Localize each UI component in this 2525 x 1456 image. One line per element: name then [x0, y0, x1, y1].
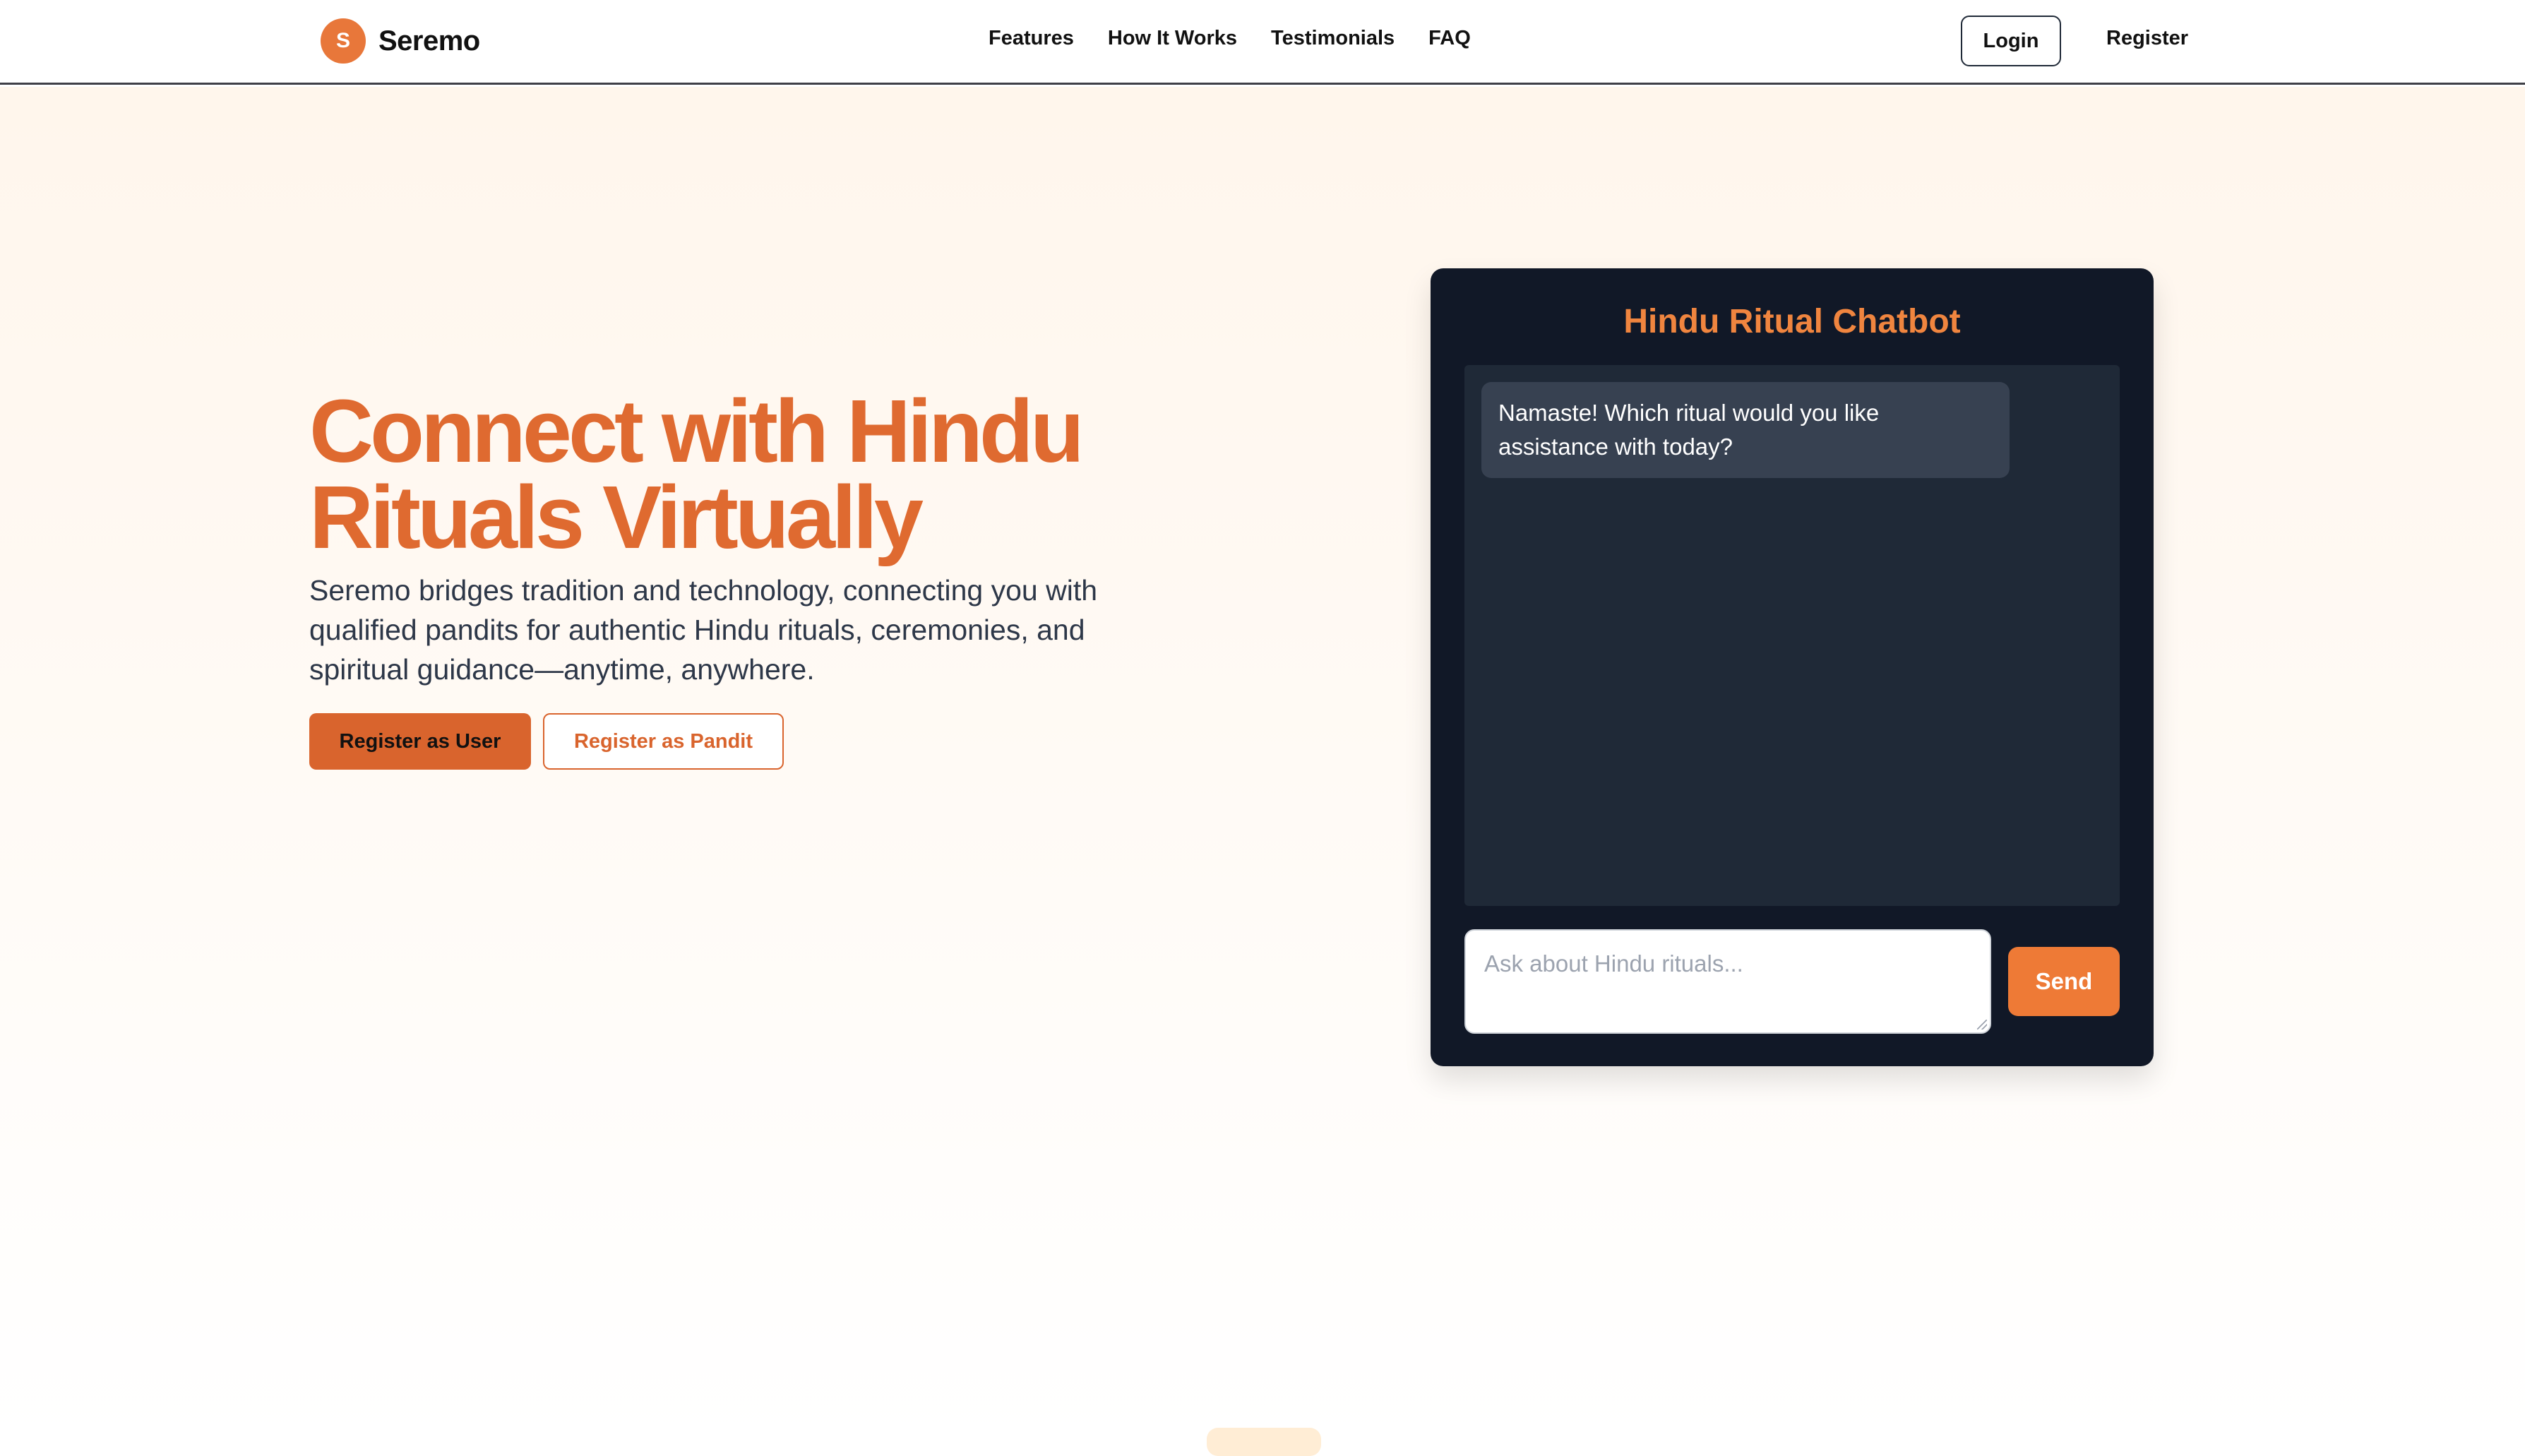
nav-link-how-it-works[interactable]: How It Works: [1108, 27, 1237, 50]
section-badge: [1207, 1428, 1321, 1456]
login-button[interactable]: Login: [1961, 16, 2061, 66]
nav-link-faq[interactable]: FAQ: [1428, 27, 1471, 50]
chatbot-title: Hindu Ritual Chatbot: [1623, 303, 1961, 340]
chatbot-panel: Hindu Ritual Chatbot Namaste! Which ritu…: [1431, 268, 2154, 1066]
navbar: S Seremo Features How It Works Testimoni…: [0, 0, 2525, 85]
send-button[interactable]: Send: [2008, 947, 2120, 1016]
brand-name: Seremo: [378, 25, 480, 56]
nav-link-testimonials[interactable]: Testimonials: [1271, 27, 1395, 50]
brand-logo[interactable]: S Seremo: [321, 18, 480, 64]
register-link[interactable]: Register: [2106, 27, 2188, 50]
nav-links: Features How It Works Testimonials FAQ: [989, 27, 1471, 50]
register-pandit-button[interactable]: Register as Pandit: [543, 713, 784, 770]
register-user-button[interactable]: Register as User: [309, 713, 531, 770]
hero-subtitle: Seremo bridges tradition and technology,…: [309, 574, 1098, 686]
bot-message: Namaste! Which ritual would you like ass…: [1481, 382, 2010, 478]
chat-messages[interactable]: Namaste! Which ritual would you like ass…: [1464, 365, 2120, 906]
nav-link-features[interactable]: Features: [989, 27, 1074, 50]
hero-title: Connect with Hindu Rituals Virtually: [309, 381, 1085, 567]
chat-input-placeholder: Ask about Hindu rituals...: [1484, 950, 1743, 977]
chat-input[interactable]: Ask about Hindu rituals...: [1464, 929, 1991, 1034]
resize-handle-icon[interactable]: [1977, 1020, 1987, 1030]
logo-icon: S: [321, 18, 366, 64]
